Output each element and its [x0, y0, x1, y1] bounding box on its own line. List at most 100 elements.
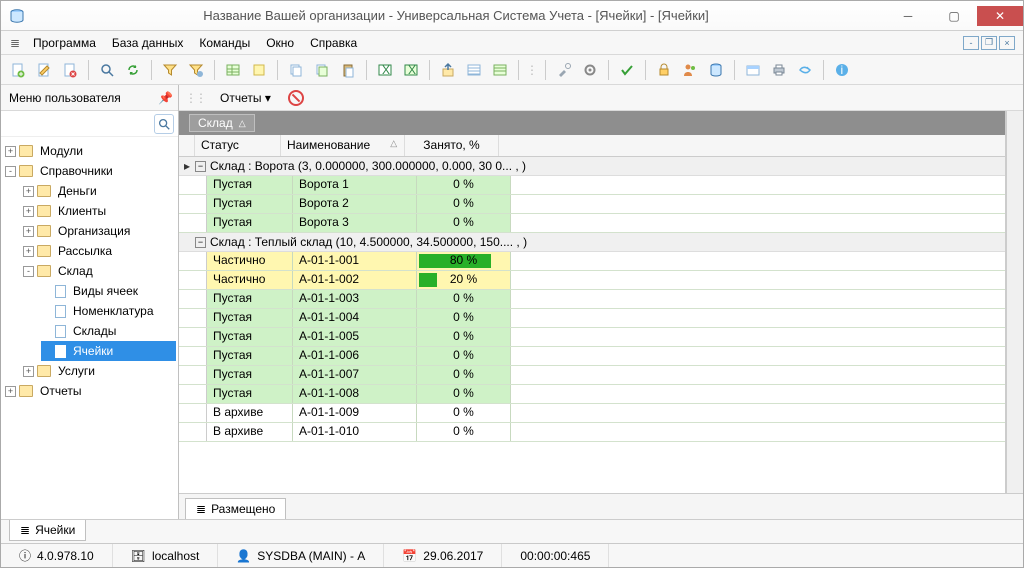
tree-node[interactable]: +Отчеты: [5, 381, 176, 401]
paste-button[interactable]: [337, 59, 359, 81]
app-icon: [7, 6, 27, 26]
mdi-restore-button[interactable]: ❐: [981, 36, 997, 50]
tools-button[interactable]: [553, 59, 575, 81]
rows2-button[interactable]: [489, 59, 511, 81]
table-row[interactable]: ПустаяA-01-1-0030 %: [179, 290, 1005, 309]
mdi-min-button[interactable]: -: [963, 36, 979, 50]
collapse-icon[interactable]: -: [5, 166, 16, 177]
share-button[interactable]: [794, 59, 816, 81]
tree-node[interactable]: -Справочники: [5, 161, 176, 181]
doc-tab-cells[interactable]: ≣Ячейки: [9, 520, 86, 541]
expand-icon[interactable]: +: [23, 366, 34, 377]
vertical-scrollbar[interactable]: [1006, 111, 1023, 493]
edit-button[interactable]: [33, 59, 55, 81]
mdi-close-button[interactable]: ×: [999, 36, 1015, 50]
tree-node[interactable]: Виды ячеек: [41, 281, 176, 301]
lock-button[interactable]: [653, 59, 675, 81]
nav-tree[interactable]: +Модули-Справочники+Деньги+Клиенты+Орган…: [1, 137, 178, 519]
expand-icon[interactable]: +: [5, 386, 16, 397]
list-icon: ≣: [196, 502, 206, 516]
tree-node[interactable]: +Клиенты: [23, 201, 176, 221]
table-row[interactable]: ПустаяВорота 20 %: [179, 195, 1005, 214]
table-row[interactable]: ПустаяA-01-1-0070 %: [179, 366, 1005, 385]
table-row[interactable]: ЧастичноA-01-1-00220 %: [179, 271, 1005, 290]
grid1-button[interactable]: [222, 59, 244, 81]
tree-node[interactable]: +Рассылка: [23, 241, 176, 261]
excel2-button[interactable]: X: [400, 59, 422, 81]
group-by-bar[interactable]: Склад△: [179, 111, 1005, 135]
cell-status: Частично: [207, 252, 293, 270]
copy1-button[interactable]: [285, 59, 307, 81]
table-row[interactable]: ПустаяA-01-1-0040 %: [179, 309, 1005, 328]
menu-window[interactable]: Окно: [258, 36, 302, 50]
folder-icon: [19, 165, 33, 177]
check-button[interactable]: [616, 59, 638, 81]
cell-occupancy: 80 %: [417, 252, 511, 270]
collapse-icon[interactable]: -: [23, 266, 34, 277]
new-button[interactable]: [7, 59, 29, 81]
group-row[interactable]: −Склад : Теплый склад (10, 4.500000, 34.…: [179, 233, 1005, 252]
print-button[interactable]: [768, 59, 790, 81]
cell-status: Пустая: [207, 195, 293, 213]
excel1-button[interactable]: X: [374, 59, 396, 81]
reports-button[interactable]: Отчеты ▾: [211, 88, 280, 108]
tab-placed[interactable]: ≣Размещено: [185, 498, 286, 519]
menu-program[interactable]: Программа: [25, 36, 104, 50]
menu-help[interactable]: Справка: [302, 36, 365, 50]
collapse-icon[interactable]: −: [195, 237, 206, 248]
expand-icon[interactable]: +: [23, 246, 34, 257]
tree-node[interactable]: -Склад: [23, 261, 176, 281]
tree-node[interactable]: +Деньги: [23, 181, 176, 201]
users-button[interactable]: [679, 59, 701, 81]
maximize-button[interactable]: ▢: [931, 6, 977, 26]
tree-label: Организация: [54, 221, 134, 241]
tree-node[interactable]: Склады: [41, 321, 176, 341]
tree-node[interactable]: Номенклатура: [41, 301, 176, 321]
status-date: 29.06.2017: [423, 549, 483, 563]
refresh-button[interactable]: [122, 59, 144, 81]
pin-icon[interactable]: 📌: [158, 91, 174, 105]
table-row[interactable]: ПустаяA-01-1-0050 %: [179, 328, 1005, 347]
tree-node[interactable]: +Услуги: [23, 361, 176, 381]
menu-database[interactable]: База данных: [104, 36, 191, 50]
form-list-icon[interactable]: ≣: [5, 36, 25, 50]
tree-node[interactable]: +Модули: [5, 141, 176, 161]
db-button[interactable]: [705, 59, 727, 81]
info-button[interactable]: i: [831, 59, 853, 81]
note-button[interactable]: [248, 59, 270, 81]
rows-button[interactable]: [463, 59, 485, 81]
cell-name: A-01-1-009: [293, 404, 417, 422]
menu-commands[interactable]: Команды: [191, 36, 258, 50]
table-row[interactable]: ЧастичноA-01-1-00180 %: [179, 252, 1005, 271]
import-button[interactable]: [437, 59, 459, 81]
collapse-icon[interactable]: −: [195, 161, 206, 172]
minimize-button[interactable]: ─: [885, 6, 931, 26]
svg-text:X: X: [382, 63, 390, 77]
data-grid[interactable]: Склад△ Статус Наименование△ Занято, % ▸−…: [179, 111, 1006, 493]
table-row[interactable]: ПустаяВорота 30 %: [179, 214, 1005, 233]
close-button[interactable]: ✕: [977, 6, 1023, 26]
table-row[interactable]: В архивеA-01-1-0100 %: [179, 423, 1005, 442]
group-row[interactable]: ▸−Склад : Ворота (3, 0.000000, 300.00000…: [179, 157, 1005, 176]
filter-cfg-button[interactable]: [185, 59, 207, 81]
stop-icon[interactable]: [288, 90, 304, 106]
expand-icon[interactable]: +: [5, 146, 16, 157]
expand-icon[interactable]: +: [23, 206, 34, 217]
tree-node[interactable]: + Организация: [23, 221, 176, 241]
table-row[interactable]: В архивеA-01-1-0090 %: [179, 404, 1005, 423]
filter-button[interactable]: [159, 59, 181, 81]
search-button[interactable]: [96, 59, 118, 81]
table-row[interactable]: ПустаяA-01-1-0080 %: [179, 385, 1005, 404]
delete-button[interactable]: [59, 59, 81, 81]
copy2-button[interactable]: [311, 59, 333, 81]
table-row[interactable]: ПустаяA-01-1-0060 %: [179, 347, 1005, 366]
table-row[interactable]: ПустаяВорота 10 %: [179, 176, 1005, 195]
tree-node[interactable]: Ячейки: [41, 341, 176, 361]
expand-icon[interactable]: +: [23, 186, 34, 197]
column-headers[interactable]: Статус Наименование△ Занято, %: [179, 135, 1005, 157]
expand-icon[interactable]: +: [23, 226, 34, 237]
design-button[interactable]: [742, 59, 764, 81]
settings-button[interactable]: [579, 59, 601, 81]
tree-label: Склады: [69, 321, 120, 341]
sidebar-search-button[interactable]: [154, 114, 174, 134]
